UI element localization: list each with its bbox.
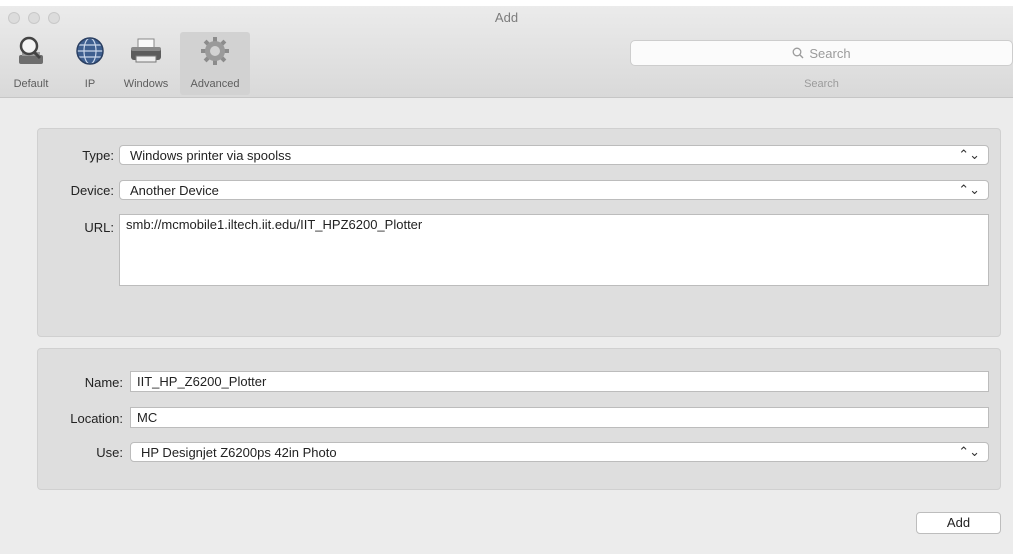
chevron-updown-icon: ⌃⌄ [958,444,980,459]
details-panel: Name: IIT_HP_Z6200_Plotter Location: MC … [37,348,1001,490]
url-label: URL: [84,220,114,235]
type-value: Windows printer via spoolss [130,148,292,163]
toolbar-label-default: Default [13,78,49,90]
search-caption: Search [804,78,839,90]
location-label: Location: [70,411,123,426]
toolbar: Add Default IP Windows Advanced Search S… [0,6,1013,98]
gear-icon [180,34,250,68]
location-field[interactable]: MC [130,407,989,428]
chevron-updown-icon: ⌃⌄ [958,182,980,197]
globe-icon [70,34,110,68]
toolbar-item-default[interactable]: Default [0,32,62,95]
type-label: Type: [82,148,114,163]
use-label: Use: [96,445,123,460]
type-popup[interactable]: Windows printer via spoolss ⌃⌄ [119,145,989,165]
use-popup[interactable]: HP Designjet Z6200ps 42in Photo ⌃⌄ [130,442,989,462]
chevron-updown-icon: ⌃⌄ [958,147,980,162]
connection-panel: Type: Windows printer via spoolss ⌃⌄ Dev… [37,128,1001,337]
name-label: Name: [84,375,123,390]
device-value: Another Device [130,183,219,198]
toolbar-label-advanced: Advanced [190,78,240,90]
name-field[interactable]: IIT_HP_Z6200_Plotter [130,371,989,392]
window-title: Add [494,10,519,25]
search-placeholder: Search [809,45,851,61]
search-icon [792,47,804,59]
toolbar-label-ip: IP [84,78,96,90]
toolbar-item-windows[interactable]: Windows [116,32,176,95]
toolbar-item-ip[interactable]: IP [70,32,110,95]
url-field[interactable]: smb://mcmobile1.iltech.iit.edu/IIT_HPZ62… [119,214,989,286]
toolbar-label-windows: Windows [123,78,169,90]
add-printer-window: Add Default IP Windows Advanced Search S… [0,6,1013,554]
add-button[interactable]: Add [916,512,1001,534]
toolbar-item-advanced[interactable]: Advanced [180,32,250,95]
search-field[interactable]: Search [630,40,1013,66]
device-popup[interactable]: Another Device ⌃⌄ [119,180,989,200]
use-value: HP Designjet Z6200ps 42in Photo [141,445,337,460]
device-label: Device: [70,183,114,198]
printer-icon [116,34,176,68]
magnifier-printer-icon [0,34,62,68]
